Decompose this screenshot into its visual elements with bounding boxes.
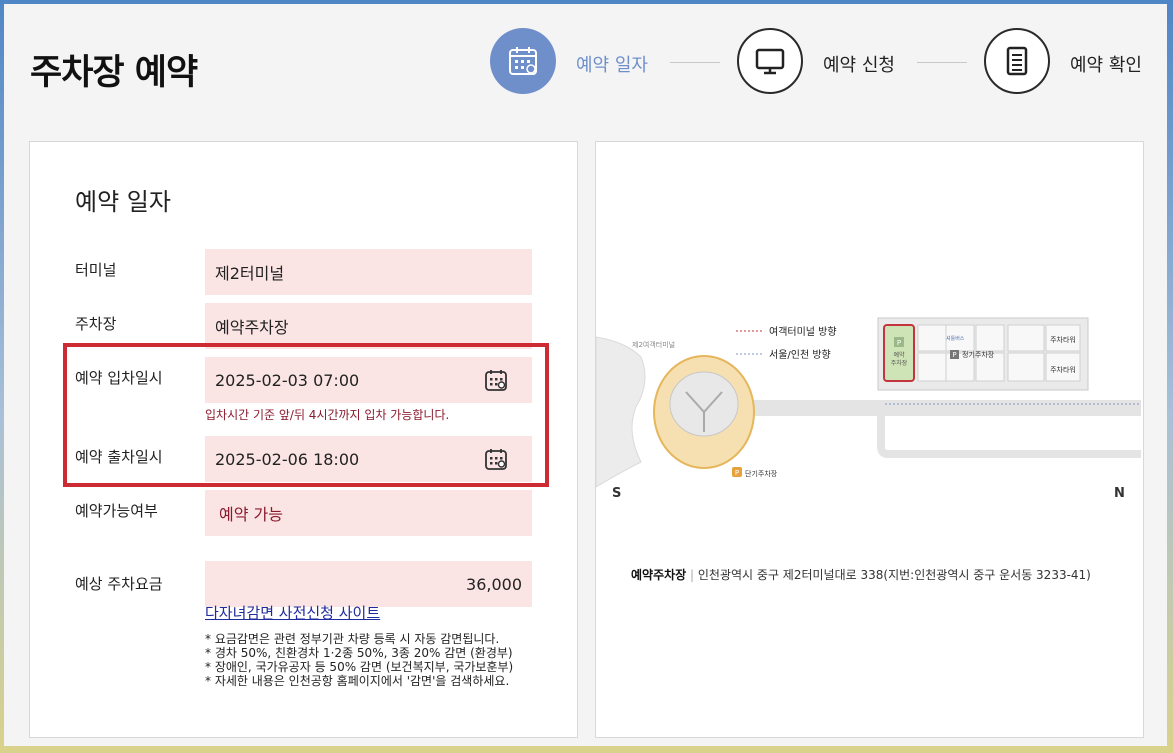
page: 주차장 예약 예약 일자 예약 신청 예약 확인 예약 일자 터미널 제2터미널… [4,4,1167,746]
map-panel: P P P 여객터미널 방향 서울/인천 방향 제2여객터미널 예약 주차장 정… [595,141,1144,738]
svg-text:P: P [735,469,739,477]
tower-label-2: 주차타워 [1050,365,1076,374]
reservation-form-panel: 예약 일자 터미널 제2터미널 주차장 예약주차장 예약 입차일시 2025-0… [29,141,578,738]
short-lot-label: 단기주차장 [745,469,778,478]
datetime-highlight-box [63,343,549,487]
step-2-label: 예약 신청 [823,55,895,76]
regular-lot-label: 정기주차장 [962,350,995,359]
fee-notes: * 요금감면은 관련 정부기관 차량 등록 시 자동 감면됩니다. * 경차 5… [205,632,513,688]
terminal-value: 제2터미널 [215,264,285,283]
parking-map[interactable]: P P P 여객터미널 방향 서울/인천 방향 제2여객터미널 예약 주차장 정… [596,142,1143,542]
page-title: 주차장 예약 [30,53,198,93]
terminal-label: 제2여객터미널 [632,340,675,349]
bus-label: 셔틀버스 [946,335,965,342]
terminal-field[interactable]: 제2터미널 [205,249,532,295]
address-text: 인천광역시 중구 제2터미널대로 338(지번:인천광역시 중구 운서동 323… [697,568,1091,582]
step-1-label: 예약 일자 [576,55,648,76]
discount-link[interactable]: 다자녀감면 사전신청 사이트 [205,602,380,623]
reserve-lot-label-1: 예약 [893,351,905,359]
step-divider [917,62,967,63]
monitor-icon [755,48,785,75]
section-title: 예약 일자 [75,188,171,216]
window-frame: 주차장 예약 예약 일자 예약 신청 예약 확인 예약 일자 터미널 제2터미널… [0,0,1173,753]
step-2-monitor-icon [737,28,803,94]
parking-address: 예약주차장 | 인천광역시 중구 제2터미널대로 338(지번:인천광역시 중구… [631,568,1091,582]
legend-seoul: 서울/인천 방향 [769,349,831,361]
parking-value: 예약주차장 [215,318,289,337]
fee-label: 예상 주차요금 [75,575,163,593]
calendar-icon [509,47,537,75]
tower-label-1: 주차타워 [1050,335,1076,344]
availability-label: 예약가능여부 [75,502,158,520]
document-icon [1006,46,1028,76]
road [746,400,1141,416]
svg-text:P: P [897,339,901,347]
step-3-label: 예약 확인 [1070,55,1142,76]
terminal-label: 터미널 [75,261,117,279]
availability-value: 예약 가능 [219,505,283,524]
reserve-lot-label-2: 주차장 [891,359,908,367]
availability-field: 예약 가능 [205,490,532,536]
step-3-document-icon [984,28,1050,94]
note-item: * 경차 50%, 친환경차 1·2종 50%, 3종 20% 감면 (환경부) [205,646,513,660]
fee-field: 36,000 [205,561,532,607]
step-divider [670,62,720,63]
note-item: * 요금감면은 관련 정부기관 차량 등록 시 자동 감면됩니다. [205,632,500,646]
south-label: S [612,486,621,501]
parking-label: 주차장 [75,315,117,333]
note-item: * 장애인, 국가유공자 등 50% 감면 (보건복지부, 국가보훈부) [205,660,514,674]
terminal-wing [596,336,646,488]
north-label: N [1114,486,1125,501]
svg-text:P: P [952,351,956,359]
address-name: 예약주차장 [631,568,687,582]
step-1-calendar-icon [490,28,556,94]
fee-value: 36,000 [466,574,522,594]
note-item: * 자세한 내용은 인천공항 홈페이지에서 '감면'을 검색하세요. [205,674,510,688]
legend-passenger: 여객터미널 방향 [769,326,837,338]
